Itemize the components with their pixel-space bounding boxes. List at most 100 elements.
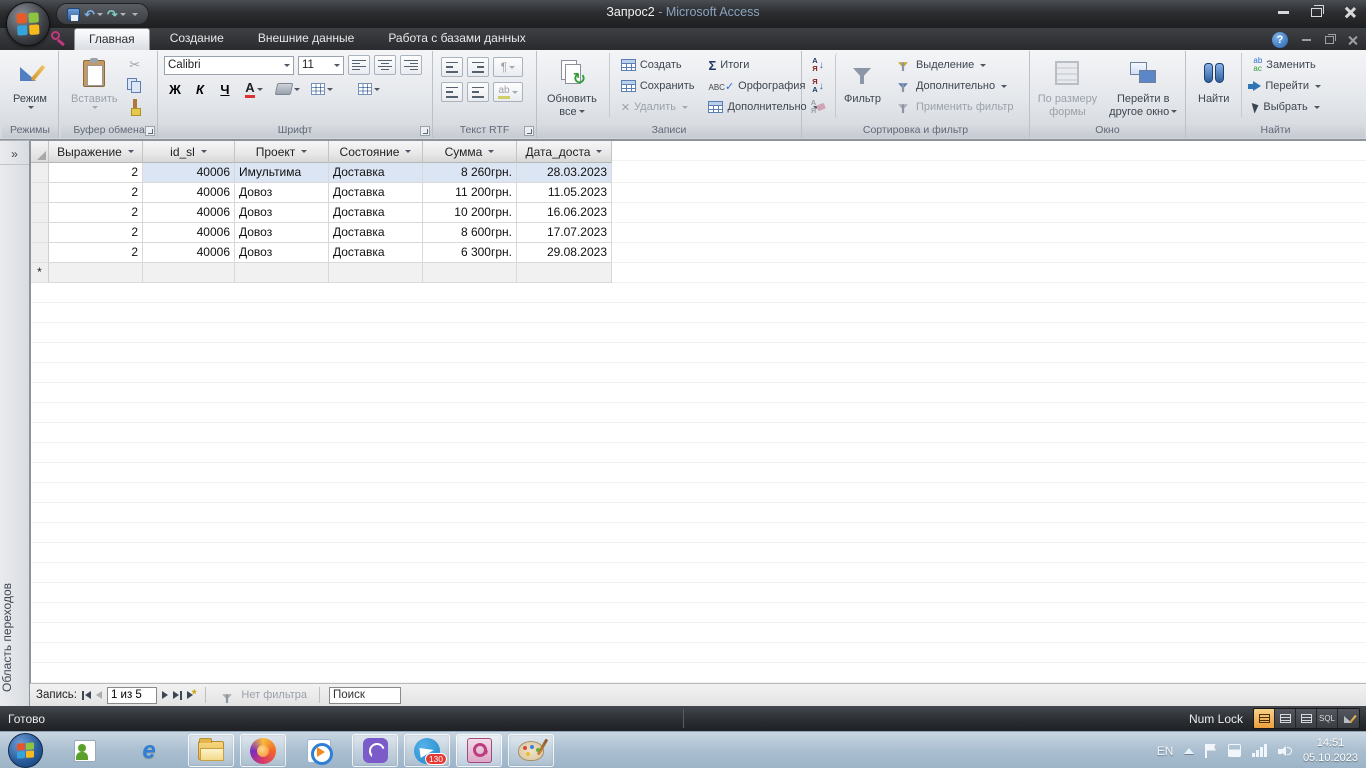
record-selector[interactable] [31,243,49,263]
font-name-combo[interactable]: Calibri [164,56,294,75]
sort-descending-button[interactable]: ЯА↓ [807,76,829,96]
record-selector[interactable] [31,203,49,223]
sort-ascending-button[interactable]: АЯ↓ [807,55,829,75]
action-center-icon[interactable] [1205,744,1217,758]
cell[interactable]: Довоз [235,203,329,223]
italic-button[interactable]: К [189,79,211,99]
cell[interactable] [517,263,612,283]
cell[interactable]: 2 [49,163,143,183]
text-direction-button[interactable]: ¶ [493,57,523,77]
replace-button[interactable]: abacЗаменить [1250,55,1324,75]
last-record-button[interactable] [173,691,182,700]
doc-close-button[interactable] [1348,35,1358,45]
close-button[interactable] [1344,6,1356,18]
tab-external-data[interactable]: Внешние данные [244,28,369,50]
tab-database-tools[interactable]: Работа с базами данных [374,28,539,50]
cell[interactable]: Доставка [329,243,423,263]
taskbar-viber-button[interactable] [352,734,398,767]
doc-restore-button[interactable] [1325,36,1334,44]
cell[interactable]: Довоз [235,223,329,243]
pivottable-view-button[interactable] [1275,709,1296,728]
cell[interactable]: 2 [49,203,143,223]
filter-button[interactable]: Фильтр [835,53,885,119]
refresh-all-button[interactable]: ↻ Обновить все [543,53,601,119]
cell[interactable]: 29.08.2023 [517,243,612,263]
record-position-box[interactable] [107,687,157,704]
help-button[interactable]: ? [1272,32,1288,48]
taskbar-contacts-button[interactable] [62,734,108,767]
cell[interactable]: 40006 [143,183,235,203]
find-button[interactable]: Найти [1194,53,1233,119]
cell[interactable]: 11.05.2023 [517,183,612,203]
column-header[interactable]: Выражение [49,141,143,163]
volume-icon[interactable] [1278,745,1292,757]
cell[interactable]: 17.07.2023 [517,223,612,243]
office-button[interactable] [6,2,50,46]
previous-record-button[interactable] [96,691,102,699]
cell[interactable]: Довоз [235,243,329,263]
cell[interactable] [49,263,143,283]
format-painter-button[interactable] [124,97,146,117]
tab-home[interactable]: Главная [74,28,150,50]
design-view-button[interactable] [1338,709,1359,728]
start-button[interactable] [8,733,43,768]
toggle-filter-button[interactable]: Применить фильтр [891,97,1017,117]
highlight-color-button[interactable]: ab [493,82,523,102]
cell[interactable]: 40006 [143,243,235,263]
cell[interactable] [423,263,517,283]
column-dropdown-icon[interactable] [488,150,494,153]
cell[interactable]: 8 600грн. [423,223,517,243]
font-color-button[interactable]: А [239,79,269,99]
goto-button[interactable]: Перейти [1250,76,1324,96]
column-header[interactable]: Состояние [329,141,423,163]
network-icon[interactable] [1252,744,1267,757]
search-input[interactable] [329,687,401,704]
cell[interactable]: 40006 [143,203,235,223]
font-dialog-launcher[interactable] [420,126,430,136]
cut-button[interactable]: ✂ [124,55,146,75]
cell[interactable]: 28.03.2023 [517,163,612,183]
cell[interactable]: 2 [49,243,143,263]
cell[interactable]: Доставка [329,183,423,203]
cell[interactable]: 2 [49,223,143,243]
fill-color-button[interactable] [272,79,304,99]
taskbar-telegram-button[interactable]: 130 [404,734,450,767]
access-document-icon[interactable] [50,30,65,45]
no-filter-button[interactable]: Нет фильтра [215,685,310,705]
record-selector[interactable] [31,223,49,243]
column-dropdown-icon[interactable] [128,150,134,153]
column-header[interactable]: Дата_доста [517,141,612,163]
pivotchart-view-button[interactable] [1296,709,1317,728]
taskbar-explorer-button[interactable] [188,734,234,767]
cell[interactable]: Довоз [235,183,329,203]
numbered-list-button[interactable] [441,82,463,102]
taskbar-media-player-button[interactable] [296,734,342,767]
cell[interactable]: 8 260грн. [423,163,517,183]
copy-button[interactable] [124,76,146,96]
taskbar-paint-button[interactable] [508,734,554,767]
align-left-button[interactable] [348,55,370,75]
column-dropdown-icon[interactable] [405,150,411,153]
column-dropdown-icon[interactable] [596,150,602,153]
column-dropdown-icon[interactable] [201,150,207,153]
column-dropdown-icon[interactable] [301,150,307,153]
bold-button[interactable]: Ж [164,79,186,99]
record-selector[interactable] [31,183,49,203]
underline-button[interactable]: Ч [214,79,236,99]
cell[interactable] [143,263,235,283]
new-record-button[interactable]: Создать [618,55,698,75]
first-record-button[interactable] [82,691,91,700]
restore-button[interactable] [1311,8,1322,17]
gridlines-button[interactable] [307,79,337,99]
record-selector[interactable] [31,163,49,183]
tab-create[interactable]: Создание [156,28,238,50]
alternate-fill-button[interactable] [352,79,386,99]
cell[interactable]: Имультима [235,163,329,183]
minimize-button[interactable] [1278,11,1289,14]
show-hidden-icons-button[interactable] [1184,748,1194,754]
cell[interactable]: Доставка [329,163,423,183]
cell[interactable]: 11 200грн. [423,183,517,203]
cell[interactable]: 2 [49,183,143,203]
align-right-button[interactable] [400,55,422,75]
view-button[interactable]: Режим [9,53,51,119]
